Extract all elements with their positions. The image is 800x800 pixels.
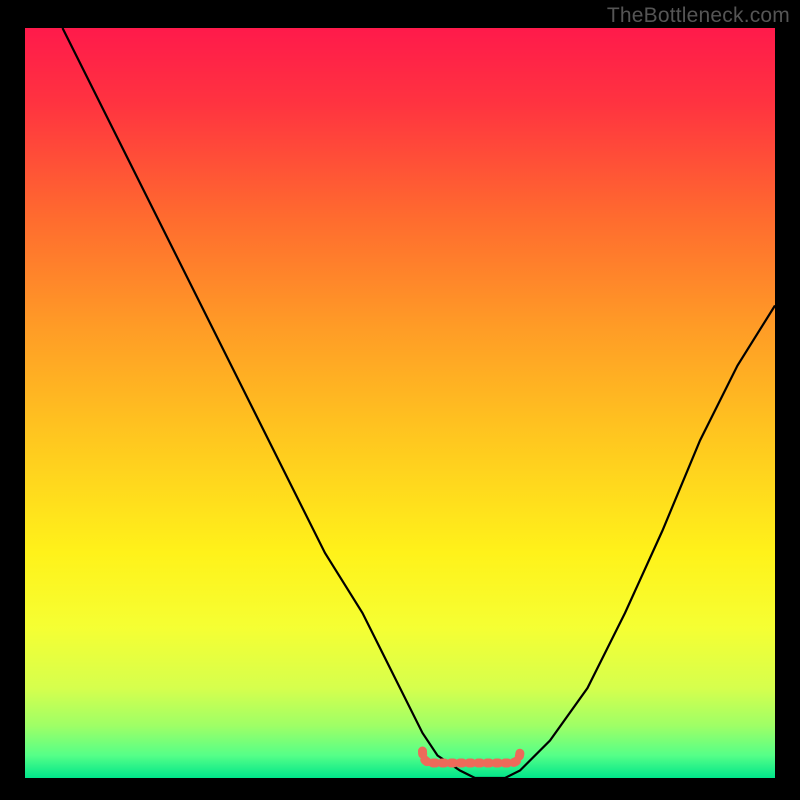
bottleneck-chart <box>0 0 800 800</box>
plot-background <box>25 28 775 778</box>
chart-container: TheBottleneck.com <box>0 0 800 800</box>
watermark-text: TheBottleneck.com <box>607 4 790 28</box>
